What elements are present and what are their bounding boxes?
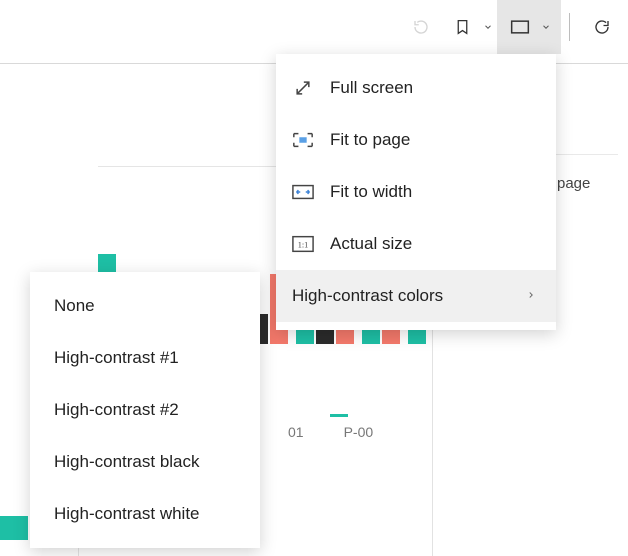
view-mode-dropdown[interactable]: [497, 0, 561, 54]
full-screen-icon: [292, 77, 314, 99]
hc-option-none[interactable]: None: [30, 280, 260, 332]
x-tick: 01: [288, 424, 304, 440]
menu-label: High-contrast white: [54, 504, 200, 524]
fit-to-width-icon: [292, 181, 314, 203]
menu-item-high-contrast[interactable]: High-contrast colors: [276, 270, 556, 322]
menu-label: Fit to width: [330, 182, 412, 202]
hc-option-white[interactable]: High-contrast white: [30, 488, 260, 540]
refresh-button[interactable]: [578, 3, 626, 51]
menu-label: High-contrast #2: [54, 400, 179, 420]
menu-label: None: [54, 296, 95, 316]
menu-label: Fit to page: [330, 130, 410, 150]
menu-item-fit-to-page[interactable]: Fit to page: [276, 114, 556, 166]
menu-label: Actual size: [330, 234, 412, 254]
svg-text:1:1: 1:1: [298, 241, 309, 250]
high-contrast-submenu: None High-contrast #1 High-contrast #2 H…: [30, 272, 260, 548]
toolbar-separator: [569, 13, 570, 41]
hc-option-2[interactable]: High-contrast #2: [30, 384, 260, 436]
reset-view-button[interactable]: [397, 3, 445, 51]
chevron-down-icon: [537, 22, 555, 32]
menu-label: High-contrast black: [54, 452, 200, 472]
chevron-right-icon: [526, 286, 536, 306]
bookmark-icon: [445, 17, 479, 37]
top-toolbar: [397, 0, 628, 54]
page-thumbnail[interactable]: [0, 516, 28, 540]
bookmark-dropdown[interactable]: [445, 3, 497, 51]
fit-page-icon: [503, 19, 537, 35]
x-tick: P-00: [344, 424, 374, 440]
view-menu: Full screen Fit to page Fit to width 1:1…: [276, 54, 556, 330]
menu-item-full-screen[interactable]: Full screen: [276, 62, 556, 114]
menu-item-actual-size[interactable]: 1:1 Actual size: [276, 218, 556, 270]
menu-label: High-contrast colors: [292, 286, 443, 306]
menu-label: High-contrast #1: [54, 348, 179, 368]
menu-item-fit-to-width[interactable]: Fit to width: [276, 166, 556, 218]
menu-label: Full screen: [330, 78, 413, 98]
hc-option-black[interactable]: High-contrast black: [30, 436, 260, 488]
actual-size-icon: 1:1: [292, 233, 314, 255]
legend-swatch: [330, 414, 348, 417]
chevron-down-icon: [479, 22, 497, 32]
fit-to-page-icon: [292, 129, 314, 151]
hc-option-1[interactable]: High-contrast #1: [30, 332, 260, 384]
